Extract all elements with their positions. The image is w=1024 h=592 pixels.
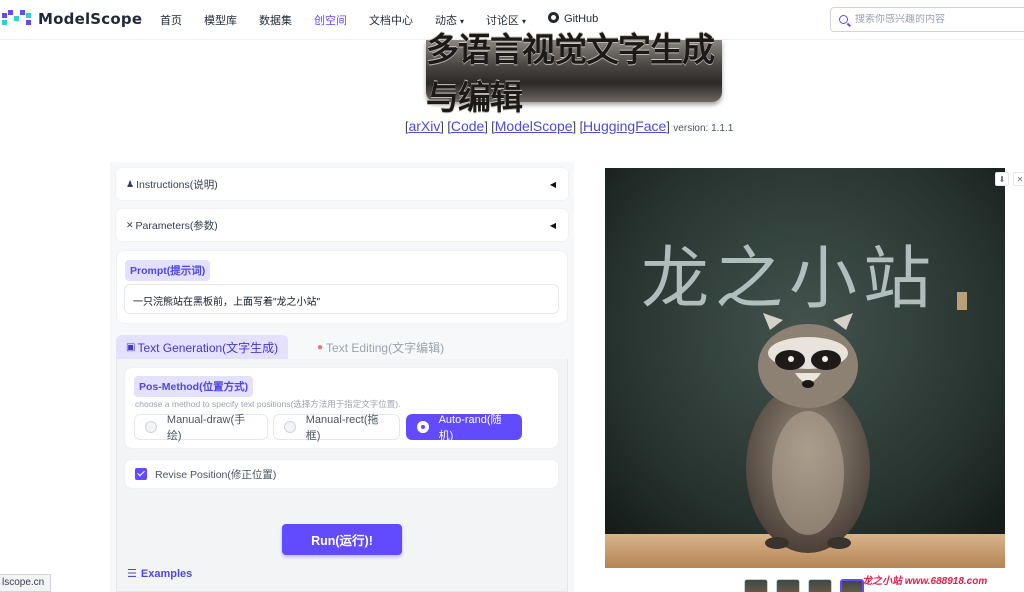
nav-item-datasets[interactable]: 数据集 [259,12,292,28]
radio-manual-draw-label: Manual-draw(手绘) [166,414,246,442]
tab-text-editing[interactable]: ● Text Editing(文字编辑) [307,335,454,359]
tools-icon: ✕ [126,219,134,230]
person-icon: ♟ [126,178,135,189]
logo-text: ModelScope [38,10,143,28]
project-links: [arXiv] [Code] [ModelScope] [HuggingFace… [405,118,733,134]
modelscope-link[interactable]: ModelScope [495,118,573,134]
version-text: version: 1.1.1 [673,123,734,134]
nav-item-models[interactable]: 模型库 [204,12,237,28]
pos-method-hint: choose a method to specify text position… [135,399,401,409]
status-bar-url: lscope.cn [0,574,52,592]
watermark-text: 龙之小站 www.688918.com [862,576,988,587]
nav-item-studios[interactable]: 创空间 [314,12,347,28]
radio-manual-rect[interactable]: Manual-rect(拖框) [273,414,400,442]
nav-item-docs[interactable]: 文档中心 [369,12,413,28]
tab-text-generation-label: Text Generation(文字生成) [137,340,279,355]
banner-title: 多语言视觉文字生成与编辑 [426,30,715,117]
prompt-input[interactable]: 一只浣熊站在黑板前，上面写着"龙之小站" [124,284,559,314]
collapse-arrow-icon: ◀ [549,179,556,189]
blackboard-text: 龙之小站 [641,240,937,319]
parameters-accordion[interactable]: ✕ Parameters(参数) ◀ [116,209,568,241]
radio-manual-draw[interactable]: Manual-draw(手绘) [134,414,268,442]
github-icon [548,12,560,23]
bracket-close: ] [666,120,670,134]
revise-position-checkbox[interactable] [135,468,147,480]
revise-position-card: Revise Position(修正位置) [124,459,559,489]
radio-dot [284,421,296,433]
collapse-arrow-icon: ◀ [549,220,556,230]
instructions-accordion[interactable]: ♟ Instructions(说明) ◀ [116,168,568,200]
image-icon: ▣ [126,341,136,353]
bracket-close: ] [440,120,444,134]
radio-manual-rect-label: Manual-rect(拖框) [305,414,379,442]
output-image[interactable]: 龙之小站 [605,168,1005,568]
bracket-close: ] [484,120,488,134]
tabs: ▣ Text Generation(文字生成) ● Text Editing(文… [116,335,568,359]
tab-text-generation[interactable]: ▣ Text Generation(文字生成) [116,335,289,359]
thumbnail-2[interactable] [776,579,800,592]
raccoon-blackboard-image: 龙之小站 [605,168,1005,568]
parameters-label: Parameters(参数) [135,219,218,232]
close-icon[interactable]: ✕ [1013,172,1024,186]
title-banner: 多语言视觉文字生成与编辑 [426,30,722,117]
run-button[interactable]: Run(运行)! [282,524,402,555]
bracket-close: ] [572,120,577,134]
examples-label: Examples [140,568,193,580]
radio-dot [145,421,157,433]
thumbnail-3[interactable] [808,579,832,592]
huggingface-link[interactable]: HuggingFace [583,118,666,134]
examples-header[interactable]: ☰ Examples [127,567,192,580]
palette-icon: ● [317,341,324,353]
list-icon: ☰ [127,568,137,580]
prompt-label: Prompt(提示词) [125,260,211,281]
search-box[interactable] [830,7,1024,32]
modelscope-logo[interactable]: ModelScope [2,10,142,28]
revise-position-label: Revise Position(修正位置) [155,468,277,481]
radio-auto-rand-label: Auto-rand(随机) [438,414,502,442]
modelscope-logo-icon [2,10,31,25]
thumbnail-1[interactable] [744,579,768,592]
tab-text-editing-label: Text Editing(文字编辑) [326,340,445,355]
radio-dot-selected [417,421,429,433]
instructions-label: Instructions(说明) [136,178,218,191]
search-input[interactable] [855,14,1024,25]
thumbnail-4[interactable] [840,579,864,592]
pos-method-label: Pos-Method(位置方式) [134,376,254,397]
search-icon [839,15,848,24]
nav-item-home[interactable]: 首页 [160,12,182,28]
download-icon[interactable]: ⬇ [995,172,1009,186]
output-thumbnails [744,579,864,592]
code-link[interactable]: Code [451,118,484,134]
radio-auto-rand[interactable]: Auto-rand(随机) [406,414,522,442]
arxiv-link[interactable]: arXiv [408,118,440,134]
